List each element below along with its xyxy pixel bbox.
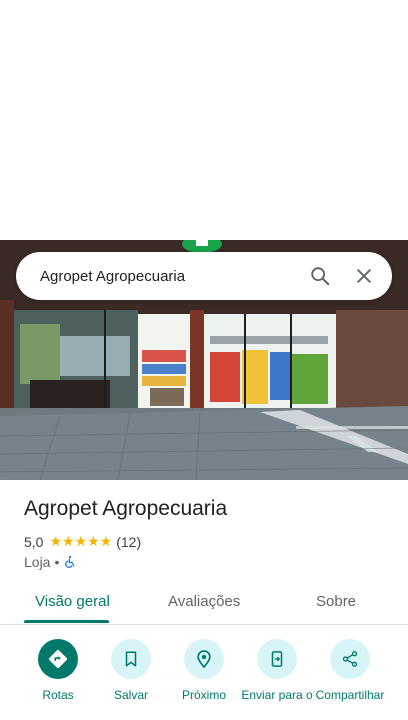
share-icon bbox=[342, 651, 358, 667]
place-category: Loja bbox=[24, 554, 51, 570]
place-title: Agropet Agropecuaria bbox=[24, 497, 228, 520]
tab-overview[interactable]: Visão geral bbox=[35, 593, 110, 610]
share-button[interactable]: Compartilhar bbox=[310, 639, 390, 702]
nearby-button[interactable]: Próximo bbox=[164, 639, 244, 702]
send-to-phone-label: Enviar para o bbox=[241, 688, 313, 702]
bookmark-icon bbox=[125, 651, 137, 667]
send-to-phone-icon bbox=[271, 651, 283, 667]
directions-label: Rotas bbox=[42, 688, 74, 702]
search-button[interactable] bbox=[298, 254, 342, 298]
star-rating-icon: ★★★★★ bbox=[49, 533, 113, 549]
rating-value: 5,0 bbox=[24, 533, 44, 550]
tab-about[interactable]: Sobre bbox=[316, 593, 356, 610]
save-circle bbox=[111, 639, 151, 679]
category-row: Loja • bbox=[24, 554, 77, 570]
review-count: (12) bbox=[116, 533, 142, 550]
active-tab-indicator bbox=[24, 620, 109, 623]
tab-reviews[interactable]: Avaliações bbox=[168, 593, 240, 610]
rating-row[interactable]: 5,0 ★★★★★ (12) bbox=[24, 533, 141, 550]
share-label: Compartilhar bbox=[315, 688, 385, 702]
directions-icon bbox=[49, 650, 67, 668]
nearby-label: Próximo bbox=[181, 688, 226, 702]
send-to-phone-circle bbox=[257, 639, 297, 679]
map-blank-area bbox=[0, 0, 408, 240]
search-icon bbox=[311, 267, 330, 286]
nearby-circle bbox=[184, 639, 224, 679]
nearby-icon bbox=[197, 650, 211, 669]
share-circle bbox=[330, 639, 370, 679]
close-icon bbox=[357, 269, 371, 283]
save-label: Salvar bbox=[113, 688, 148, 702]
directions-circle bbox=[38, 639, 78, 679]
close-button[interactable] bbox=[342, 254, 386, 298]
separator-dot: • bbox=[54, 554, 60, 570]
place-tabs: Visão geral Avaliações Sobre bbox=[0, 582, 408, 625]
search-query-text[interactable]: Agropet Agropecuaria bbox=[40, 268, 298, 285]
send-to-phone-button[interactable]: Enviar para o bbox=[237, 639, 317, 702]
search-bar[interactable]: Agropet Agropecuaria bbox=[16, 252, 392, 300]
wheelchair-accessible-icon bbox=[65, 555, 75, 568]
save-button[interactable]: Salvar bbox=[91, 639, 171, 702]
directions-button[interactable]: Rotas bbox=[18, 639, 98, 702]
